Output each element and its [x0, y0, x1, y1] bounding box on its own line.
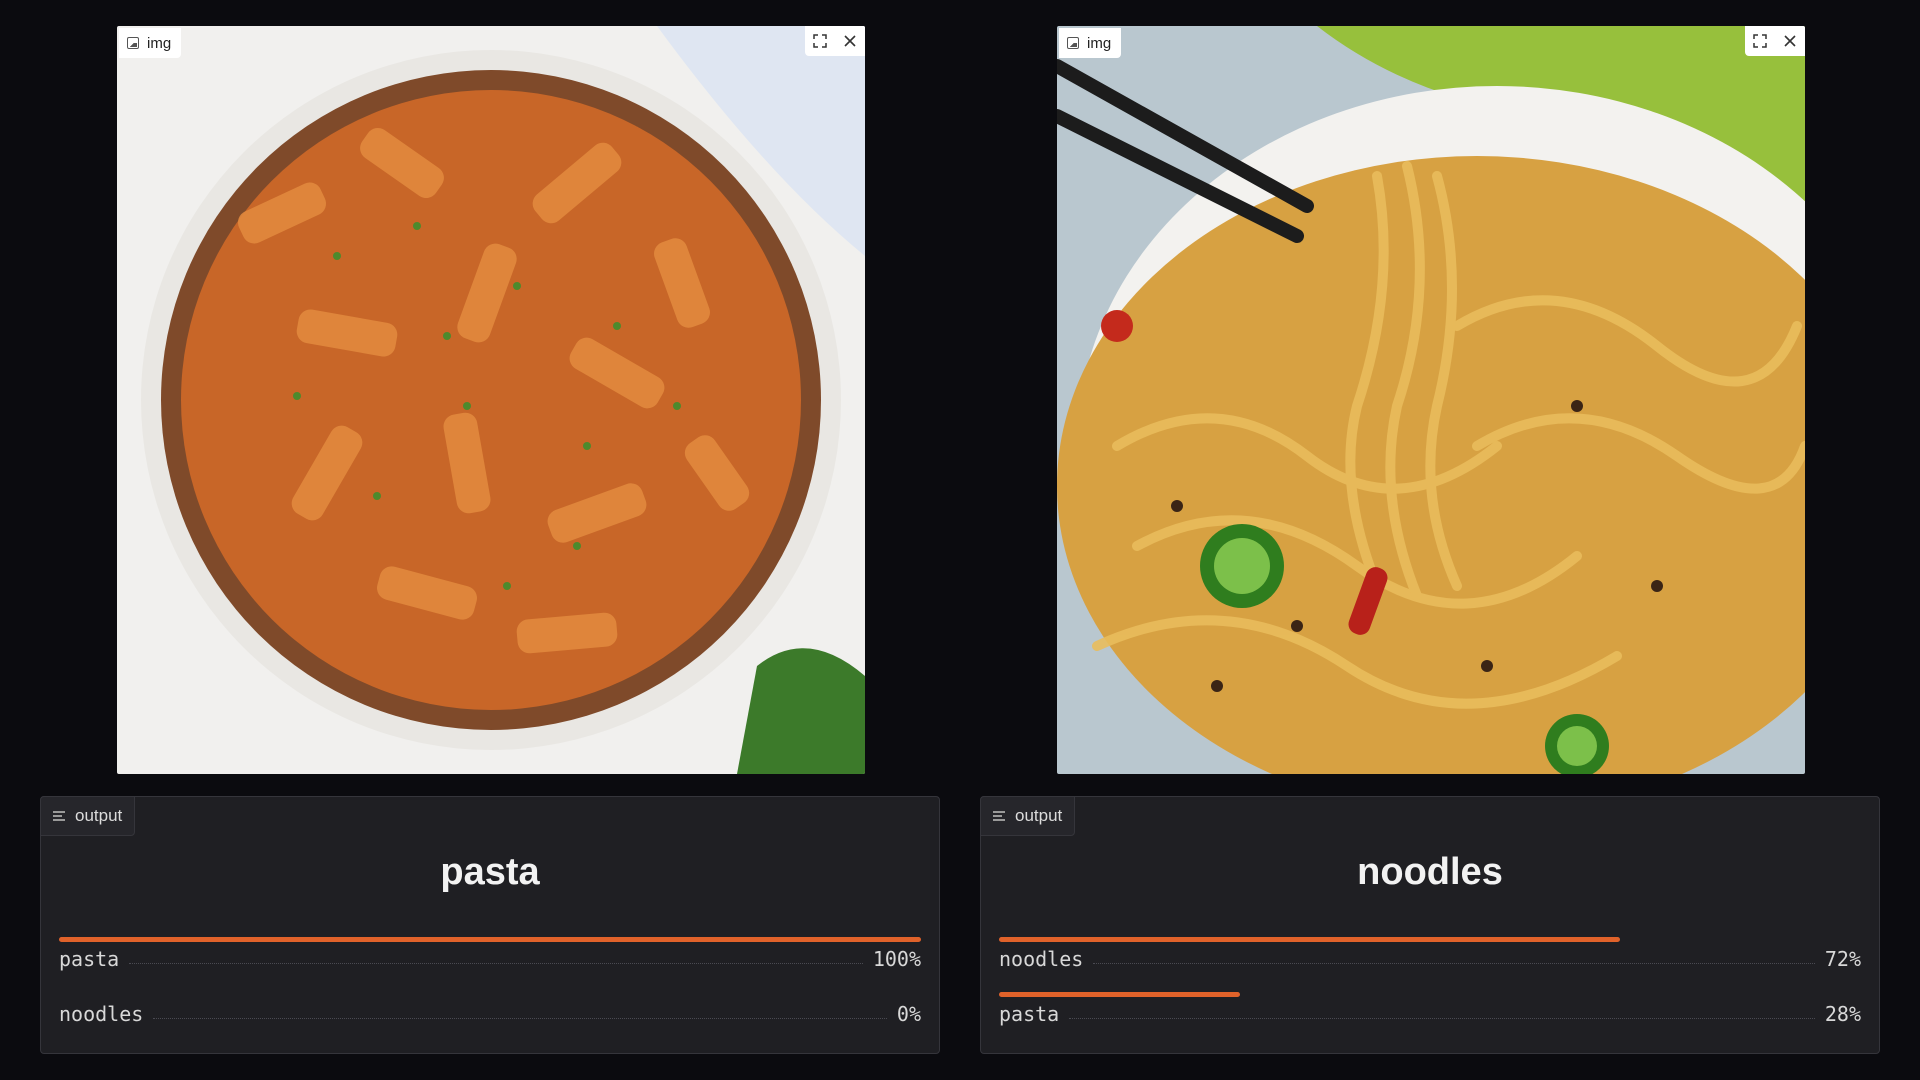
- expand-icon[interactable]: [1750, 31, 1770, 51]
- close-icon[interactable]: [1780, 31, 1800, 51]
- confidence-list: noodles 72% pasta 28%: [999, 937, 1861, 1047]
- prediction-title: noodles: [1357, 851, 1503, 893]
- image-panel[interactable]: img: [117, 26, 865, 774]
- image-icon: [1067, 37, 1079, 49]
- confidence-bar-fill: [999, 992, 1241, 997]
- output-panel: output pasta pasta 100% noodles 0%: [40, 796, 940, 1054]
- class-percent: 72%: [1824, 947, 1861, 971]
- class-percent: 28%: [1824, 1002, 1861, 1026]
- class-label: noodles: [59, 1002, 144, 1026]
- class-percent: 0%: [896, 1002, 921, 1026]
- output-icon: [53, 811, 65, 821]
- image-label-badge: img: [119, 28, 182, 58]
- image-badge-label: img: [147, 34, 172, 52]
- output-label-badge: output: [980, 796, 1076, 836]
- prediction-title: pasta: [440, 851, 540, 893]
- image-icon: [127, 37, 139, 49]
- close-icon[interactable]: [840, 31, 860, 51]
- image-badge-label: img: [1087, 34, 1112, 52]
- panel-left: img output pasta pasta 100% noodles 0%: [40, 0, 940, 1080]
- expand-icon[interactable]: [810, 31, 830, 51]
- confidence-row: noodles 0%: [59, 992, 921, 1047]
- confidence-row: pasta 28%: [999, 992, 1861, 1047]
- image-toolbar: [805, 26, 865, 56]
- pasta-photo: [117, 26, 865, 774]
- confidence-bar: [59, 992, 921, 997]
- image-panel[interactable]: img: [1057, 26, 1805, 774]
- output-badge-label: output: [75, 806, 123, 825]
- app-root: img output pasta pasta 100% noodles 0% i…: [0, 0, 1920, 1080]
- class-percent: 100%: [872, 947, 921, 971]
- noodles-photo: [1057, 26, 1805, 774]
- image-label-badge: img: [1059, 28, 1122, 58]
- leader-dots: [1069, 1017, 1815, 1019]
- confidence-bar: [59, 937, 921, 942]
- output-icon: [993, 811, 1005, 821]
- output-label-badge: output: [40, 796, 136, 836]
- image-toolbar: [1745, 26, 1805, 56]
- confidence-bar: [999, 937, 1861, 942]
- confidence-bar-fill: [59, 937, 921, 942]
- leader-dots: [1093, 962, 1815, 964]
- class-label: pasta: [999, 1002, 1060, 1026]
- class-label: noodles: [999, 947, 1084, 971]
- confidence-bar: [999, 992, 1861, 997]
- output-panel: output noodles noodles 72% pasta 28%: [980, 796, 1880, 1054]
- leader-dots: [153, 1017, 887, 1019]
- class-label: pasta: [59, 947, 120, 971]
- confidence-list: pasta 100% noodles 0%: [59, 937, 921, 1047]
- output-badge-label: output: [1015, 806, 1063, 825]
- confidence-row: pasta 100%: [59, 937, 921, 992]
- leader-dots: [129, 962, 863, 964]
- confidence-bar-fill: [999, 937, 1620, 942]
- confidence-row: noodles 72%: [999, 937, 1861, 992]
- panel-right: img output noodles noodles 72% pasta 28%: [980, 0, 1880, 1080]
